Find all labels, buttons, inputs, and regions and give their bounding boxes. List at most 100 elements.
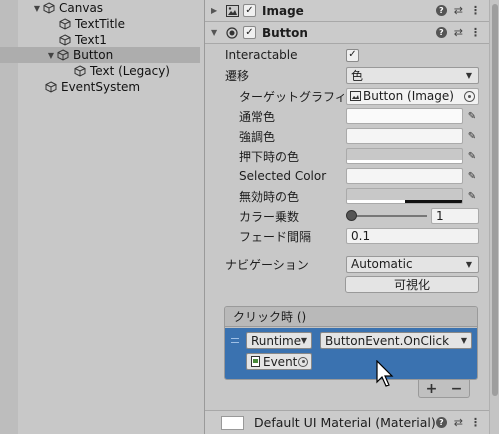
eyedropper-icon[interactable]: ✎: [465, 108, 479, 124]
add-event-button[interactable]: +: [426, 381, 438, 397]
runtime-value: Runtime: [251, 333, 302, 348]
gameobject-icon: [58, 17, 72, 31]
material-preview-swatch: [221, 415, 245, 430]
eyedropper-icon[interactable]: ✎: [465, 148, 479, 164]
interactable-checkbox[interactable]: ✓: [346, 48, 359, 62]
onclick-event-panel: クリック時 () Runtime ▼ ButtonEvent.OnClick ▼…: [224, 306, 478, 380]
fold-down-icon[interactable]: ▼: [211, 28, 225, 37]
target-graphic-field[interactable]: Button (Image): [346, 87, 479, 105]
selected-color-field[interactable]: [346, 168, 463, 184]
chevron-down-icon: ▼: [465, 70, 472, 80]
button-component-icon: [225, 26, 239, 40]
highlight-color-field[interactable]: [346, 128, 463, 144]
expand-arrow-icon[interactable]: ▼: [32, 4, 42, 13]
fade-duration-value: 0.1: [351, 229, 371, 243]
color-multiplier-slider-track[interactable]: [351, 215, 427, 217]
material-name: Default UI Material (Material): [254, 415, 436, 430]
chevron-down-icon: ▼: [460, 336, 467, 345]
hierarchy-item-texttitle[interactable]: TextTitle: [0, 16, 200, 32]
transition-dropdown[interactable]: 色 ▼: [346, 66, 479, 84]
disabled-color-row: 無効時の色 ✎: [205, 187, 489, 205]
inspector-scrollbar[interactable]: [489, 0, 499, 434]
chevron-down-icon: ▼: [300, 336, 307, 345]
navigation-value: Automatic: [351, 257, 413, 271]
pressed-color-field[interactable]: [346, 148, 463, 164]
gameobject-icon: [42, 1, 56, 15]
image-enabled-checkbox[interactable]: ✓: [243, 4, 256, 17]
color-multiplier-label: カラー乗数: [239, 209, 300, 224]
target-graphic-row: ターゲットグラフィックス Button (Image): [205, 87, 489, 105]
help-icon[interactable]: ?: [435, 5, 447, 16]
eyedropper-icon[interactable]: ✎: [465, 168, 479, 184]
function-value: ButtonEvent.OnClick: [325, 333, 450, 348]
visualize-label: 可視化: [393, 278, 430, 292]
material-header[interactable]: Default UI Material (Material) ? ⇄ ⋮: [205, 410, 489, 434]
drag-handle-icon[interactable]: [231, 338, 239, 343]
hierarchy-item-label: Button: [73, 48, 114, 62]
pressed-color-label: 押下時の色: [239, 149, 300, 164]
color-multiplier-row: カラー乗数 1: [205, 207, 489, 225]
hierarchy-item-eventsystem[interactable]: EventSystem: [0, 79, 200, 95]
object-picker-icon[interactable]: [298, 356, 308, 367]
runtime-dropdown[interactable]: Runtime ▼: [246, 332, 312, 349]
more-menu-icon[interactable]: ⋮: [470, 4, 481, 17]
scrollbar-thumb[interactable]: [492, 4, 498, 396]
more-menu-icon[interactable]: ⋮: [470, 26, 481, 39]
button-enabled-checkbox[interactable]: ✓: [243, 26, 256, 39]
hierarchy-item-text-legacy[interactable]: Text (Legacy): [0, 63, 200, 79]
pressed-color-row: 押下時の色 ✎: [205, 147, 489, 165]
color-multiplier-slider-handle[interactable]: [346, 210, 357, 221]
inspector-panel: ▶ ✓ Image ? ⇄ ⋮ ▼ ✓ Button ? ⇄ ⋮ Interac…: [205, 0, 489, 434]
target-graphic-value: Button (Image): [363, 89, 454, 103]
hierarchy-item-label: EventSystem: [61, 80, 141, 94]
color-multiplier-input[interactable]: 1: [431, 208, 479, 224]
hierarchy-item-label: Text1: [75, 33, 107, 47]
image-component-header[interactable]: ▶ ✓ Image ? ⇄ ⋮: [205, 0, 489, 22]
hierarchy-item-canvas[interactable]: ▼ Canvas: [0, 0, 200, 16]
onclick-entry-selected[interactable]: Runtime ▼ ButtonEvent.OnClick ▼ Event: [225, 328, 477, 379]
hierarchy-item-label: Canvas: [59, 1, 104, 15]
event-list-footer: + −: [418, 380, 470, 398]
remove-event-button[interactable]: −: [451, 381, 463, 397]
fade-duration-label: フェード間隔: [239, 229, 312, 244]
disabled-color-label: 無効時の色: [239, 189, 300, 204]
fold-right-icon[interactable]: ▶: [211, 6, 225, 15]
onclick-header: クリック時 (): [225, 307, 477, 327]
visualize-button[interactable]: 可視化: [345, 276, 479, 293]
interactable-row: Interactable ✓: [205, 46, 489, 64]
hierarchy-item-text1[interactable]: Text1: [0, 32, 200, 48]
navigation-label: ナビゲーション: [225, 257, 309, 272]
highlight-color-row: 強調色 ✎: [205, 127, 489, 145]
hierarchy-panel: ▼ Canvas TextTitle Text1 ▼ Button Text (…: [0, 0, 200, 434]
image-small-icon: [350, 91, 361, 101]
selected-color-label: Selected Color: [239, 169, 327, 183]
fade-duration-input[interactable]: 0.1: [346, 228, 479, 244]
help-icon[interactable]: ?: [435, 417, 447, 428]
navigation-dropdown[interactable]: Automatic ▼: [346, 255, 479, 273]
gameobject-icon: [44, 80, 58, 94]
help-icon[interactable]: ?: [435, 27, 447, 38]
normal-color-field[interactable]: [346, 108, 463, 124]
mouse-cursor-icon: [376, 360, 394, 387]
navigation-row: ナビゲーション Automatic ▼: [205, 255, 489, 273]
hierarchy-item-button[interactable]: ▼ Button: [0, 47, 200, 63]
more-menu-icon[interactable]: ⋮: [470, 416, 481, 429]
presets-icon[interactable]: ⇄: [454, 26, 463, 39]
chevron-down-icon: ▼: [465, 259, 472, 269]
hierarchy-item-label: TextTitle: [75, 17, 125, 31]
disabled-color-field[interactable]: [346, 188, 463, 204]
presets-icon[interactable]: ⇄: [454, 4, 463, 17]
button-component-header[interactable]: ▼ ✓ Button ? ⇄ ⋮: [205, 22, 489, 44]
eyedropper-icon[interactable]: ✎: [465, 128, 479, 144]
event-object-value: Event: [263, 354, 298, 369]
presets-icon[interactable]: ⇄: [454, 416, 463, 429]
color-multiplier-value: 1: [436, 209, 444, 223]
onclick-header-label: クリック時 (): [233, 310, 307, 324]
expand-arrow-icon[interactable]: ▼: [46, 51, 56, 60]
highlight-color-label: 強調色: [239, 129, 276, 144]
object-picker-icon[interactable]: [464, 90, 475, 102]
event-object-field[interactable]: Event: [246, 353, 312, 370]
eyedropper-icon[interactable]: ✎: [465, 188, 479, 204]
function-dropdown[interactable]: ButtonEvent.OnClick ▼: [320, 332, 472, 349]
normal-color-row: 通常色 ✎: [205, 107, 489, 125]
